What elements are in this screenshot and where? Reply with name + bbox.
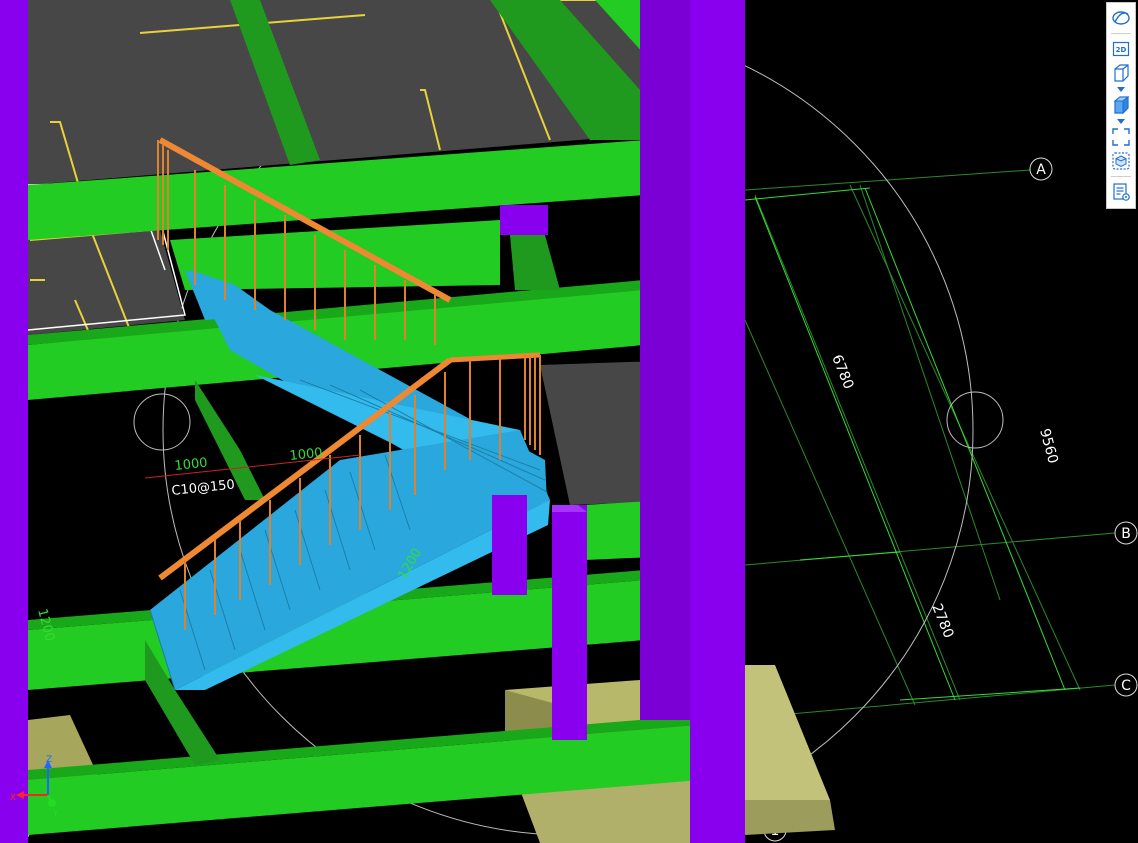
grid-axis-a-label: A — [1036, 162, 1046, 178]
properties-button[interactable] — [1108, 180, 1134, 204]
annotation-rebar: C10@150 — [171, 477, 236, 499]
model-canvas[interactable]: A B C 1 2 9560 6780 2780 — [0, 0, 1138, 843]
section-box-button[interactable] — [1108, 149, 1134, 173]
view-3d-button[interactable] — [1108, 61, 1134, 85]
section-box-icon — [1112, 152, 1130, 170]
annotation-width-a: 1000 — [174, 456, 208, 474]
view-2d-button[interactable]: 2D — [1108, 37, 1134, 61]
toolbar-divider — [1111, 176, 1131, 177]
orbit-button[interactable] — [1108, 6, 1134, 30]
view-3d-icon — [1114, 64, 1129, 82]
view-2d-icon: 2D — [1112, 41, 1130, 57]
view-3d-dropdown[interactable] — [1108, 85, 1134, 93]
dimension-lines — [744, 187, 1081, 701]
chevron-down-icon — [1117, 118, 1125, 124]
zoom-extents-icon — [1112, 128, 1130, 146]
orbit-icon — [1112, 11, 1130, 25]
dimension-bc: 2780 — [928, 602, 956, 641]
zoom-extents-button[interactable] — [1108, 125, 1134, 149]
shaded-view-button[interactable] — [1108, 93, 1134, 117]
axis-y-label: Y — [52, 809, 59, 819]
grid-axis-c-label: C — [1121, 678, 1131, 694]
view-toolbar: 2D — [1106, 2, 1136, 209]
properties-icon — [1113, 183, 1130, 201]
shaded-view-icon — [1113, 95, 1130, 115]
dimension-total: 9560 — [1036, 427, 1061, 466]
3d-viewport[interactable]: A B C 1 2 9560 6780 2780 — [0, 0, 1138, 843]
chevron-down-icon — [1117, 86, 1125, 92]
toolbar-divider — [1111, 33, 1131, 34]
view-2d-label: 2D — [1116, 46, 1127, 54]
axis-z-label: Z — [46, 755, 52, 765]
shaded-view-dropdown[interactable] — [1108, 117, 1134, 125]
axis-x-label: X — [10, 793, 16, 803]
grid-axis-b-label: B — [1121, 526, 1131, 542]
